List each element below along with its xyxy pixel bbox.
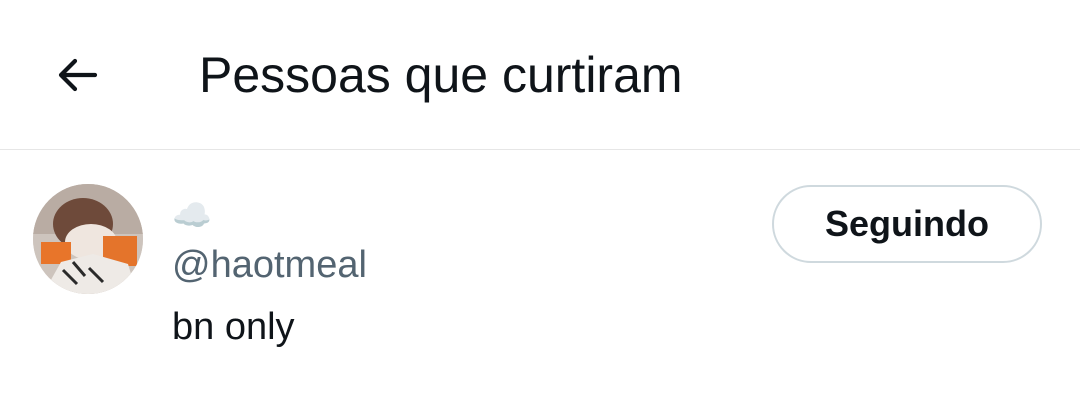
page-title: Pessoas que curtiram	[199, 47, 683, 103]
top-bar: Pessoas que curtiram	[0, 0, 1080, 150]
user-handle[interactable]: @haotmeal	[172, 242, 367, 288]
following-button[interactable]: Seguindo	[772, 185, 1042, 263]
avatar[interactable]	[33, 184, 143, 294]
avatar-image	[33, 184, 143, 294]
user-list-item[interactable]: ☁️ @haotmeal bn only Seguindo	[0, 150, 1080, 410]
user-bio: bn only	[172, 306, 295, 348]
display-name[interactable]: ☁️	[172, 196, 212, 234]
arrow-left-icon	[58, 58, 98, 92]
back-button[interactable]	[46, 44, 108, 106]
